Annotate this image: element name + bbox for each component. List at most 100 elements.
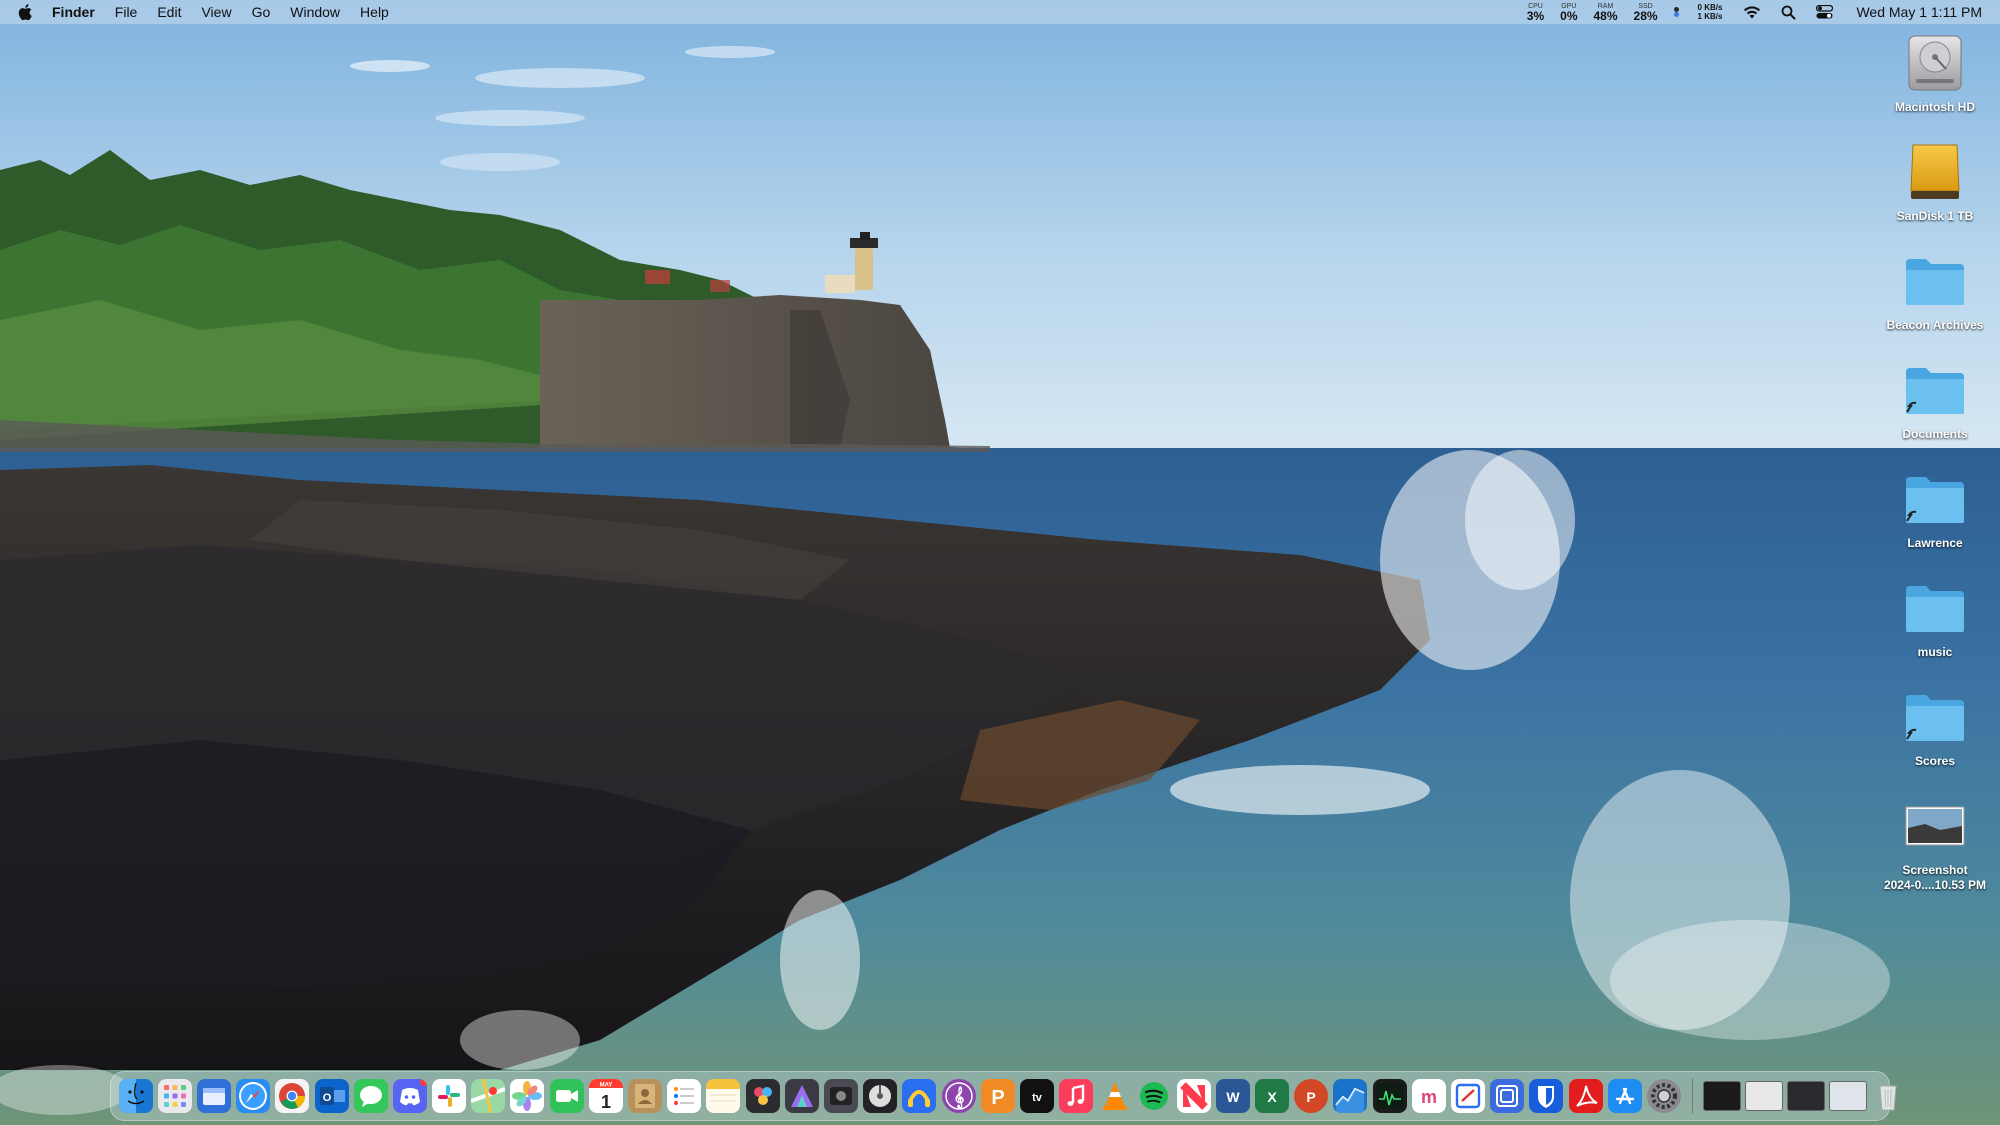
stocks-icon[interactable] xyxy=(1333,1079,1368,1113)
svg-text:X: X xyxy=(1267,1089,1277,1105)
ram-value: 48% xyxy=(1593,8,1618,23)
svg-text:P: P xyxy=(991,1087,1004,1109)
menu-app-name[interactable]: Finder xyxy=(52,0,95,24)
menu-bar-right: CPU 3% GPU 0% RAM 48% SSD 28% 0 KB/s 1 K… xyxy=(1519,0,2000,24)
desktop-item-screenshot[interactable]: Screenshot 2024-0....10.53 PM xyxy=(1870,791,2000,893)
menu-view[interactable]: View xyxy=(201,0,231,24)
trash-icon[interactable] xyxy=(1871,1079,1905,1113)
calendar-icon[interactable]: MAY 1 xyxy=(588,1079,623,1113)
davinci-resolve-icon[interactable] xyxy=(745,1079,780,1113)
menu-edit[interactable]: Edit xyxy=(157,0,181,24)
notification-badge xyxy=(419,1079,427,1086)
excel-icon[interactable]: X xyxy=(1255,1079,1290,1113)
facetime-icon[interactable] xyxy=(549,1079,584,1113)
acrobat-icon[interactable] xyxy=(1568,1079,1603,1113)
launchpad-icon[interactable] xyxy=(157,1079,192,1113)
apple-tv-icon[interactable]: tv xyxy=(1019,1079,1054,1113)
ram-stat[interactable]: RAM 48% xyxy=(1593,3,1617,22)
control-center-icon[interactable] xyxy=(1815,3,1833,21)
desktop-item-label: Documents xyxy=(1902,427,1968,441)
ssd-stat[interactable]: SSD 28% xyxy=(1634,3,1658,22)
screenflow-icon[interactable] xyxy=(823,1079,858,1113)
system-settings-icon[interactable] xyxy=(1646,1079,1681,1113)
desktop-item-label: Screenshot 2024-0....10.53 PM xyxy=(1883,863,1987,892)
maps-icon[interactable] xyxy=(471,1079,506,1113)
menu-go[interactable]: Go xyxy=(252,0,271,24)
messages-icon[interactable] xyxy=(353,1079,388,1113)
cpu-stat[interactable]: CPU 3% xyxy=(1527,3,1544,22)
apple-music-icon[interactable] xyxy=(1059,1079,1094,1113)
notes-icon[interactable] xyxy=(706,1079,741,1113)
affinity-icon[interactable] xyxy=(784,1079,819,1113)
desktop-item-sandisk[interactable]: SanDisk 1 TB xyxy=(1870,137,2000,224)
audio-app-icon[interactable] xyxy=(902,1079,937,1113)
desktop-item-documents[interactable]: Documents xyxy=(1870,355,2000,442)
powerpoint-icon[interactable]: P xyxy=(1294,1079,1329,1113)
menu-help[interactable]: Help xyxy=(360,0,389,24)
search-icon[interactable] xyxy=(1779,3,1797,21)
vlc-icon[interactable] xyxy=(1098,1079,1132,1113)
svg-text:tv: tv xyxy=(1032,1092,1043,1104)
gpu-value: 0% xyxy=(1560,8,1578,23)
mimestream-icon[interactable]: m xyxy=(1411,1079,1446,1113)
apple-menu-icon[interactable] xyxy=(18,2,36,22)
dock: O MAY 1 𝄞 P tv W X P m xyxy=(110,1071,1897,1121)
menu-window[interactable]: Window xyxy=(290,0,340,24)
desktop-item-label: Scores xyxy=(1914,754,1956,768)
network-activity-icon xyxy=(1673,7,1680,17)
desktop-item-scores[interactable]: Scores xyxy=(1870,682,2000,769)
network-upload: 0 KB/s xyxy=(1697,3,1723,12)
ssd-value: 28% xyxy=(1633,8,1658,23)
sync-app-icon[interactable] xyxy=(1450,1079,1485,1113)
news-icon[interactable] xyxy=(1176,1079,1211,1113)
desktop-item-label: music xyxy=(1917,645,1953,659)
reminders-icon[interactable] xyxy=(667,1079,702,1113)
menu-clock[interactable]: Wed May 1 1:11 PM xyxy=(1856,4,1982,20)
network-stat[interactable]: 0 KB/s 1 KB/s xyxy=(1698,3,1723,21)
app-store-icon[interactable] xyxy=(1607,1079,1642,1113)
minimized-window[interactable] xyxy=(1786,1081,1825,1111)
slack-icon[interactable] xyxy=(432,1079,467,1113)
folder-icon xyxy=(1900,246,1970,316)
finder-icon[interactable] xyxy=(118,1079,153,1113)
folder-alias-icon xyxy=(1900,464,1970,534)
photos-icon[interactable] xyxy=(510,1079,545,1113)
desktop-item-macintosh-hd[interactable]: Macintosh HD xyxy=(1870,28,2000,115)
gpu-stat[interactable]: GPU 0% xyxy=(1560,3,1577,22)
menu-file[interactable]: File xyxy=(115,0,138,24)
word-icon[interactable]: W xyxy=(1215,1079,1250,1113)
minimized-window[interactable] xyxy=(1702,1081,1741,1111)
svg-text:O: O xyxy=(322,1092,331,1104)
desktop-item-beacon-archives[interactable]: Beacon Archives xyxy=(1870,246,2000,333)
outlook-icon[interactable]: O xyxy=(314,1079,349,1113)
disk-utility-icon[interactable] xyxy=(863,1079,898,1113)
folder-alias-icon xyxy=(1900,355,1970,425)
dock-separator xyxy=(1691,1078,1693,1114)
music-app-icon[interactable]: 𝄞 xyxy=(941,1079,976,1113)
desktop-item-music[interactable]: music xyxy=(1870,573,2000,660)
minimized-window[interactable] xyxy=(1744,1081,1783,1111)
vpn-app-icon[interactable] xyxy=(1490,1079,1525,1113)
network-download: 1 KB/s xyxy=(1697,12,1723,21)
discord-icon[interactable] xyxy=(392,1079,427,1113)
desktop-item-lawrence[interactable]: Lawrence xyxy=(1870,464,2000,551)
pdf-app-icon[interactable]: P xyxy=(980,1079,1015,1113)
desktop-wallpaper xyxy=(0,0,2000,1125)
minimized-window[interactable] xyxy=(1828,1081,1867,1111)
svg-text:𝄞: 𝄞 xyxy=(953,1087,964,1109)
svg-text:P: P xyxy=(1307,1089,1316,1105)
spotify-icon[interactable] xyxy=(1137,1079,1171,1113)
bitwarden-icon[interactable] xyxy=(1529,1079,1564,1113)
contacts-icon[interactable] xyxy=(628,1079,663,1113)
activity-monitor-icon[interactable] xyxy=(1372,1079,1407,1113)
files-icon[interactable] xyxy=(196,1079,231,1113)
folder-icon xyxy=(1900,573,1970,643)
chrome-icon[interactable] xyxy=(275,1079,310,1113)
desktop-item-label: Lawrence xyxy=(1907,536,1963,550)
desktop-item-label: Macintosh HD xyxy=(1894,100,1975,114)
wifi-icon[interactable] xyxy=(1743,3,1761,21)
safari-icon[interactable] xyxy=(236,1079,271,1113)
desktop-item-label: SanDisk 1 TB xyxy=(1896,209,1974,223)
desktop-item-label: Beacon Archives xyxy=(1886,318,1984,332)
menu-bar-left: Finder File Edit View Go Window Help xyxy=(0,0,409,24)
